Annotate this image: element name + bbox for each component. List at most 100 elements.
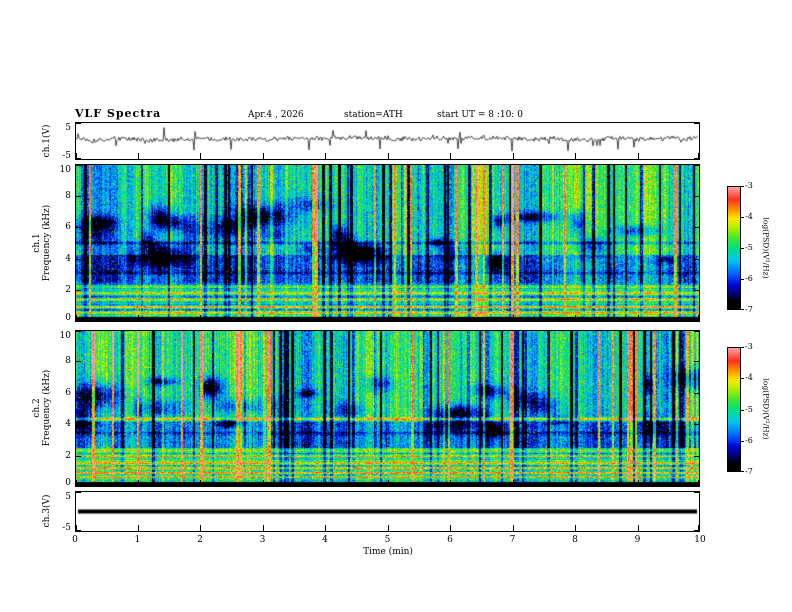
ylabel-ch2-frequency: ch.2 Frequency (kHz) bbox=[32, 369, 52, 447]
header-station: station=ATH bbox=[344, 110, 403, 120]
colorbar-tick-label: -5 bbox=[745, 243, 753, 252]
y-tick-mark bbox=[694, 392, 699, 394]
x-tick-mark bbox=[137, 525, 139, 531]
figure-title: VLF Spectra bbox=[75, 107, 162, 120]
x-tick-mark bbox=[575, 153, 576, 159]
x-tick-mark bbox=[262, 525, 264, 531]
ch1-spectrogram-canvas bbox=[76, 165, 699, 321]
y-tick-mark bbox=[694, 455, 699, 457]
colorbar-tick-mark bbox=[741, 279, 744, 280]
y-tick-label: 4 bbox=[65, 419, 71, 430]
colorbar-ch1-label: log(PSD)(V²/Hz) bbox=[761, 217, 771, 279]
x-tick-mark bbox=[262, 153, 264, 159]
colorbar-ch2 bbox=[727, 347, 741, 472]
x-tick-mark bbox=[698, 153, 699, 159]
y-tick-mark bbox=[76, 492, 81, 493]
x-tick-mark bbox=[637, 315, 639, 321]
ch2-spectrogram-canvas bbox=[76, 331, 699, 486]
colorbar-tick-label: -7 bbox=[745, 305, 753, 314]
y-tick-mark bbox=[76, 455, 81, 457]
y-tick-mark bbox=[694, 227, 699, 229]
x-tick-mark bbox=[512, 153, 514, 159]
colorbar-tick-mark bbox=[741, 409, 744, 411]
x-tick-label: 6 bbox=[447, 535, 453, 545]
x-tick-mark bbox=[637, 480, 639, 486]
x-tick-mark bbox=[200, 525, 201, 531]
colorbar-tick-mark bbox=[741, 378, 744, 380]
y-tick-mark bbox=[694, 258, 699, 260]
y-tick-mark bbox=[694, 290, 699, 292]
y-tick-label: 10 bbox=[59, 165, 71, 175]
y-tick-label: 10 bbox=[59, 331, 71, 341]
x-tick-label: 3 bbox=[259, 535, 266, 545]
y-tick-mark bbox=[694, 424, 699, 426]
colorbar-tick-label: -4 bbox=[745, 212, 753, 221]
x-tick-mark bbox=[76, 153, 77, 159]
y-tick-mark bbox=[694, 361, 699, 363]
x-tick-mark bbox=[137, 480, 139, 486]
y-tick-label: 0 bbox=[65, 313, 71, 323]
header-start-ut: start UT = 8 :10: 0 bbox=[437, 110, 523, 120]
colorbar-ch1 bbox=[727, 186, 741, 310]
x-tick-mark bbox=[512, 480, 514, 486]
x-tick-mark bbox=[450, 480, 451, 486]
x-tick-mark bbox=[76, 480, 77, 486]
y-tick-label: 8 bbox=[65, 356, 71, 367]
x-tick-mark bbox=[325, 525, 326, 531]
x-tick-mark bbox=[637, 153, 639, 159]
x-tick-mark bbox=[512, 525, 514, 531]
x-tick-label: 2 bbox=[197, 535, 203, 545]
xaxis-label: Time (min) bbox=[363, 547, 413, 557]
y-tick-label: 2 bbox=[65, 285, 71, 296]
x-tick-mark bbox=[262, 480, 264, 486]
y-tick-mark bbox=[76, 331, 81, 332]
y-tick-label: 5 bbox=[65, 123, 71, 133]
y-tick-mark bbox=[76, 123, 81, 124]
colorbar-tick-mark bbox=[741, 248, 744, 249]
y-tick-label: 0 bbox=[65, 478, 71, 488]
colorbar-tick-label: -5 bbox=[745, 404, 753, 414]
y-tick-mark bbox=[76, 424, 81, 426]
colorbar-tick-mark bbox=[741, 186, 744, 187]
x-tick-mark bbox=[76, 525, 77, 531]
x-tick-label: 1 bbox=[134, 535, 141, 545]
y-tick-mark bbox=[76, 227, 81, 229]
colorbar-ch2-label: log(PSD)(V²/Hz) bbox=[761, 378, 771, 440]
x-tick-mark bbox=[387, 153, 389, 159]
x-tick-mark bbox=[262, 315, 264, 321]
x-tick-mark bbox=[76, 315, 77, 321]
panel-ch1-spectrogram bbox=[75, 164, 700, 322]
x-tick-mark bbox=[137, 153, 139, 159]
x-tick-mark bbox=[200, 315, 201, 321]
panel-ch2-spectrogram bbox=[75, 330, 700, 487]
y-tick-mark bbox=[694, 492, 699, 493]
x-tick-mark bbox=[325, 315, 326, 321]
x-tick-mark bbox=[325, 480, 326, 486]
x-tick-mark bbox=[200, 153, 201, 159]
vlf-spectra-figure: VLF Spectra Apr.4 , 2026 station=ATH sta… bbox=[0, 0, 792, 612]
colorbar-tick-label: -7 bbox=[745, 467, 753, 476]
x-tick-mark bbox=[137, 315, 139, 321]
header-date: Apr.4 , 2026 bbox=[248, 110, 304, 120]
x-tick-mark bbox=[575, 315, 576, 321]
x-tick-mark bbox=[698, 315, 699, 321]
y-tick-mark bbox=[694, 195, 699, 197]
colorbar-tick-label: -6 bbox=[745, 435, 753, 445]
y-tick-mark bbox=[694, 331, 699, 332]
x-tick-mark bbox=[637, 525, 639, 531]
y-tick-mark bbox=[76, 258, 81, 260]
colorbar-tick-mark bbox=[741, 440, 744, 442]
x-tick-mark bbox=[387, 480, 389, 486]
y-tick-mark bbox=[76, 195, 81, 197]
x-tick-mark bbox=[200, 480, 201, 486]
colorbar-tick-mark bbox=[741, 471, 744, 472]
x-tick-label: 4 bbox=[322, 535, 328, 545]
colorbar-tick-mark bbox=[741, 309, 744, 310]
colorbar-tick-label: -3 bbox=[745, 181, 753, 190]
y-tick-mark bbox=[76, 392, 81, 394]
y-tick-label: 8 bbox=[65, 190, 71, 201]
y-tick-label: -5 bbox=[62, 151, 71, 161]
x-tick-mark bbox=[450, 525, 451, 531]
x-tick-label: 5 bbox=[384, 535, 391, 545]
y-tick-label: -5 bbox=[62, 523, 71, 533]
